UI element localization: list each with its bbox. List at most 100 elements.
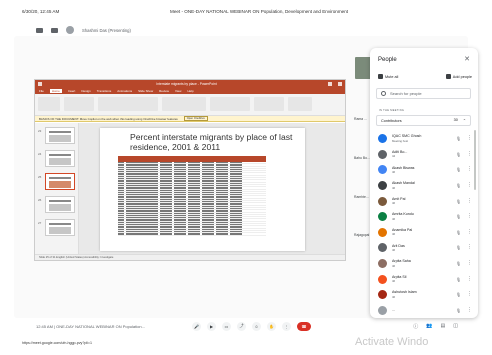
more-icon[interactable]: ⋮ [467, 307, 472, 313]
ribbon-drawing [210, 97, 250, 111]
raise-hand-button[interactable]: ✋ [267, 321, 276, 331]
mic-icon[interactable]: 🎙 [456, 136, 461, 141]
people-actions: Mute all Add people [378, 74, 472, 79]
participant-item[interactable]: Anamika Pal 46 🎙 ⋮ [378, 225, 472, 241]
participant-item[interactable]: Akash Biswas 46 🎙 ⋮ [378, 162, 472, 178]
emoji-button[interactable]: ☺ [252, 321, 261, 331]
tile-name: Rajagopal [354, 233, 370, 237]
mic-icon[interactable]: 🎙 [456, 199, 461, 204]
contributors-count: 30 [453, 118, 458, 122]
mic-button[interactable]: 🎤 [192, 321, 201, 331]
mic-icon[interactable]: 🎙 [456, 292, 461, 297]
mic-icon[interactable]: 🎙 [456, 183, 461, 188]
participant-name: Arpita Sil 46 [392, 275, 456, 284]
add-people-button[interactable]: Add people [445, 74, 472, 79]
more-icon[interactable]: ⋮ [467, 136, 472, 141]
mute-all-button[interactable]: Mute all [378, 74, 398, 79]
contributors-section[interactable]: Contributors 30 ⌃ [376, 115, 471, 126]
slide-thumbnail [45, 196, 75, 213]
mic-icon[interactable]: 🎙 [456, 308, 461, 313]
leave-call-button[interactable]: ☎ [297, 321, 311, 331]
more-icon[interactable]: ⋮ [467, 167, 472, 172]
mic-icon[interactable]: 🎙 [456, 245, 461, 250]
thumb-number: 25 [38, 175, 42, 179]
info-icon[interactable]: ⓘ [413, 323, 418, 330]
mute-all-label: Mute all [385, 74, 399, 79]
more-icon[interactable]: ⋮ [467, 276, 472, 282]
thumb-number: 23 [38, 129, 42, 133]
ribbon-editing [254, 97, 284, 111]
more-icon[interactable]: ⋮ [467, 292, 472, 297]
more-icon[interactable]: ⋮ [467, 229, 472, 235]
presenter-bar: Shashmi Das (Presenting) [36, 26, 131, 34]
presenter-label: Shashmi Das (Presenting) [82, 27, 131, 33]
people-heading: People [378, 57, 397, 63]
participant-item[interactable]: Amit Pal 46 🎙 ⋮ [378, 193, 472, 209]
ppt-menu-home: Home [49, 89, 62, 93]
participant-name: Anamika Pal 46 [392, 228, 456, 237]
chat-icon[interactable]: ▤ [441, 323, 446, 330]
participant-sub: 46 [392, 169, 396, 174]
participant-item[interactable]: IQAC SMC Ghosh Meeting host 🎙 ⋮ [378, 131, 472, 147]
mic-icon[interactable]: 🎙 [456, 277, 461, 282]
tab-title: Meet - ONE-DAY NATIONAL WEBINAR ON Popul… [170, 9, 349, 14]
participant-item[interactable]: Aditi Bo... 44 🎙 ⋮ [378, 147, 472, 163]
ribbon-font [98, 97, 158, 111]
more-icon[interactable]: ⋮ [467, 198, 472, 204]
close-icon[interactable]: ✕ [464, 55, 470, 63]
more-icon[interactable]: ⋮ [467, 245, 472, 250]
activities-icon[interactable]: ◫ [453, 323, 458, 330]
avatar [378, 212, 387, 222]
people-icon[interactable]: 👥 [426, 323, 432, 330]
participant-item[interactable]: Amrita Kundu 46 🎙 ⋮ [378, 209, 472, 225]
ppt-menu-help: Help [187, 89, 194, 93]
mic-icon[interactable]: 🎙 [456, 261, 461, 266]
ribbon-paragraph [162, 97, 206, 111]
participant-sub: Meeting host [392, 138, 409, 143]
save-icon [38, 82, 42, 86]
more-options-button[interactable]: ⋮ [282, 321, 291, 331]
mic-icon[interactable]: 🎙 [456, 214, 461, 219]
present-button[interactable]: ⤴ [237, 321, 246, 331]
search-people-input[interactable]: Search for people [376, 88, 471, 99]
search-icon [381, 91, 386, 96]
mic-icon[interactable]: 🎙 [456, 230, 461, 235]
more-icon[interactable]: ⋮ [467, 214, 472, 219]
more-icon[interactable]: ⋮ [467, 261, 472, 266]
participant-item[interactable]: Arpita Saha 46 🎙 ⋮ [378, 256, 472, 272]
participant-item[interactable]: Arit Das 46 🎙 ⋮ [378, 240, 472, 256]
participant-sub: 46 [392, 247, 396, 252]
participant-item[interactable]: ... 🎙 ⋮ [378, 303, 472, 318]
more-icon[interactable]: ⋮ [467, 183, 472, 188]
mic-icon[interactable]: 🎙 [456, 152, 461, 157]
avatar [378, 259, 387, 269]
tile-name: Bahu Bo... [354, 156, 370, 160]
avatar [378, 290, 387, 300]
participant-name: Arit Das 46 [392, 244, 456, 253]
participant-sub: 46 [392, 216, 396, 221]
people-panel: People ✕ Mute all Add people Search for … [370, 48, 478, 318]
avatar [378, 134, 387, 144]
slide-table [118, 156, 266, 236]
participant-sub: 46 [392, 232, 396, 237]
page-url: https://meet.google.com/ufn-hggp-pvy?pli… [22, 341, 93, 345]
ppt-menu-design: Design [81, 89, 91, 93]
minimize-icon [328, 82, 332, 86]
participant-item[interactable]: Akash Mandal 46 🎙 ⋮ [378, 178, 472, 194]
mic-icon[interactable]: 🎙 [456, 167, 461, 172]
ribbon-clipboard [38, 97, 60, 111]
participant-name: ... [392, 308, 395, 313]
avatar [378, 196, 387, 206]
ppt-message-text: BASICS OF THE DOCUMENT: Move Copilot on … [39, 116, 178, 121]
grid-icon[interactable] [51, 27, 58, 33]
people-scrollbar[interactable] [474, 130, 476, 190]
participant-item[interactable]: Arpita Sil 46 🎙 ⋮ [378, 271, 472, 287]
participant-item[interactable]: Ashutosh Islam 46 🎙 ⋮ [378, 287, 472, 303]
more-icon[interactable]: ⋮ [467, 151, 472, 157]
camera-button[interactable]: ▶ [207, 321, 216, 331]
layout-icon[interactable] [36, 27, 43, 33]
captions-button[interactable]: ▭ [222, 321, 231, 331]
meeting-info[interactable]: 12:45 AM | ONE-DAY NATIONAL WEBINAR ON P… [36, 324, 176, 329]
slide-thumbnail [45, 150, 75, 167]
participant-sub: 46 [392, 201, 396, 206]
